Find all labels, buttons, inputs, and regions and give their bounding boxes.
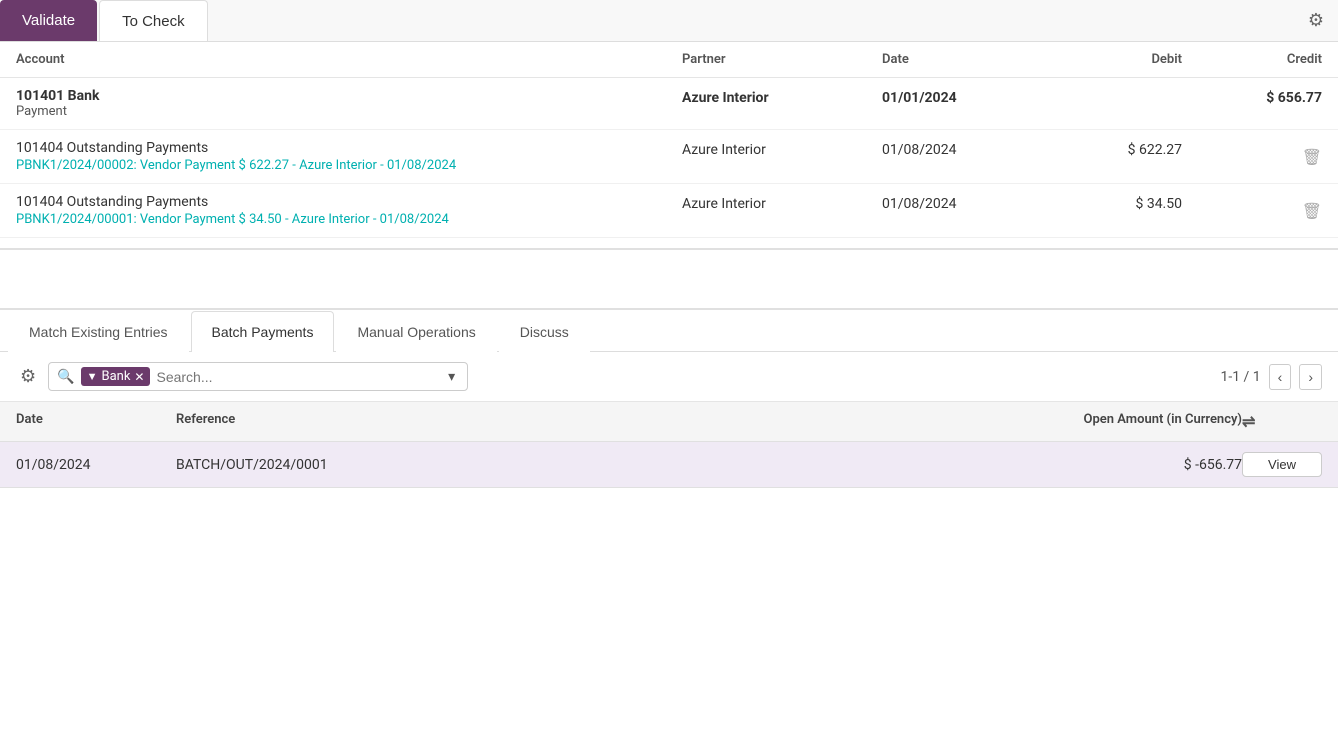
date-cell: 01/08/2024 <box>882 194 1042 212</box>
partner-cell: Azure Interior <box>682 140 882 158</box>
bottom-table-row: 01/08/2024 BATCH/OUT/2024/0001 $ -656.77… <box>0 442 1338 488</box>
entry-link[interactable]: PBNK1/2024/00002: Vendor Payment $ 622.2… <box>16 158 682 173</box>
date-cell: 01/08/2024 <box>882 140 1042 158</box>
delete-icon[interactable]: 🗑 <box>1302 147 1322 166</box>
partner-header: Partner <box>682 52 882 67</box>
credit-header: Credit <box>1182 52 1322 67</box>
date-col-header: Date <box>16 412 176 431</box>
row-open-amount: $ -656.77 <box>982 457 1242 473</box>
adjust-columns-icon[interactable]: ⇌ <box>1242 412 1322 431</box>
bottom-tabs: Match Existing Entries Batch Payments Ma… <box>0 310 1338 352</box>
credit-cell: $ 656.77 <box>1182 88 1322 106</box>
next-page-button[interactable]: › <box>1299 364 1322 390</box>
reference-col-header: Reference <box>176 412 982 431</box>
filter-tag-close[interactable]: ✕ <box>134 370 144 384</box>
pagination: 1-1 / 1 ‹ › <box>1220 364 1322 390</box>
account-name: 101401 Bank <box>16 88 682 104</box>
table-row: 101404 Outstanding Payments PBNK1/2024/0… <box>0 184 1338 238</box>
debit-header: Debit <box>1042 52 1182 67</box>
row-date: 01/08/2024 <box>16 457 176 473</box>
debit-cell: $ 622.27 <box>1042 140 1182 158</box>
tab-manual-operations[interactable]: Manual Operations <box>336 311 496 352</box>
account-name: 101404 Outstanding Payments <box>16 194 682 210</box>
search-bar-area: ⚙ 🔍 ▼ Bank ✕ ▾ 1-1 / 1 ‹ › <box>0 352 1338 402</box>
account-cell: 101404 Outstanding Payments PBNK1/2024/0… <box>16 140 682 173</box>
entry-link[interactable]: PBNK1/2024/00001: Vendor Payment $ 34.50… <box>16 212 682 227</box>
pagination-count: 1-1 / 1 <box>1220 369 1260 385</box>
spacer <box>0 250 1338 310</box>
batch-settings-icon[interactable]: ⚙ <box>16 362 40 391</box>
date-cell: 01/01/2024 <box>882 88 1042 106</box>
account-sub: Payment <box>16 104 682 119</box>
account-cell: 101401 Bank Payment <box>16 88 682 119</box>
partner-cell: Azure Interior <box>682 88 882 106</box>
search-container: 🔍 ▼ Bank ✕ ▾ <box>48 362 468 391</box>
tab-match-existing[interactable]: Match Existing Entries <box>8 311 189 352</box>
table-row: 101404 Outstanding Payments PBNK1/2024/0… <box>0 130 1338 184</box>
credit-cell <box>1182 140 1322 142</box>
top-tab-bar: Validate To Check ⚙ <box>0 0 1338 42</box>
settings-icon[interactable]: ⚙ <box>1294 0 1338 41</box>
filter-tag-label: Bank <box>101 369 130 384</box>
search-input[interactable] <box>156 369 444 385</box>
credit-cell <box>1182 194 1322 196</box>
table-row: 101401 Bank Payment Azure Interior 01/01… <box>0 78 1338 130</box>
view-button[interactable]: View <box>1242 452 1322 477</box>
filter-tag: ▼ Bank ✕ <box>81 367 151 386</box>
prev-page-button[interactable]: ‹ <box>1269 364 1292 390</box>
account-cell: 101404 Outstanding Payments PBNK1/2024/0… <box>16 194 682 227</box>
search-dropdown-arrow[interactable]: ▾ <box>444 368 459 385</box>
tab-batch-payments[interactable]: Batch Payments <box>191 311 335 352</box>
open-amount-col-header: Open Amount (in Currency) <box>982 412 1242 431</box>
account-header: Account <box>16 52 682 67</box>
search-icon: 🔍 <box>57 369 74 385</box>
delete-icon[interactable]: 🗑 <box>1302 201 1322 220</box>
filter-icon: ▼ <box>87 370 98 383</box>
account-name: 101404 Outstanding Payments <box>16 140 682 156</box>
partner-cell: Azure Interior <box>682 194 882 212</box>
debit-cell: $ 34.50 <box>1042 194 1182 212</box>
table-headers: Account Partner Date Debit Credit <box>0 42 1338 78</box>
validate-button[interactable]: Validate <box>0 0 97 41</box>
tocheck-tab[interactable]: To Check <box>99 0 208 41</box>
tab-discuss[interactable]: Discuss <box>499 311 590 352</box>
row-reference: BATCH/OUT/2024/0001 <box>176 457 982 473</box>
debit-cell <box>1042 88 1182 90</box>
bottom-table-headers: Date Reference Open Amount (in Currency)… <box>0 402 1338 442</box>
date-header: Date <box>882 52 1042 67</box>
main-table-area: Account Partner Date Debit Credit 101401… <box>0 42 1338 250</box>
